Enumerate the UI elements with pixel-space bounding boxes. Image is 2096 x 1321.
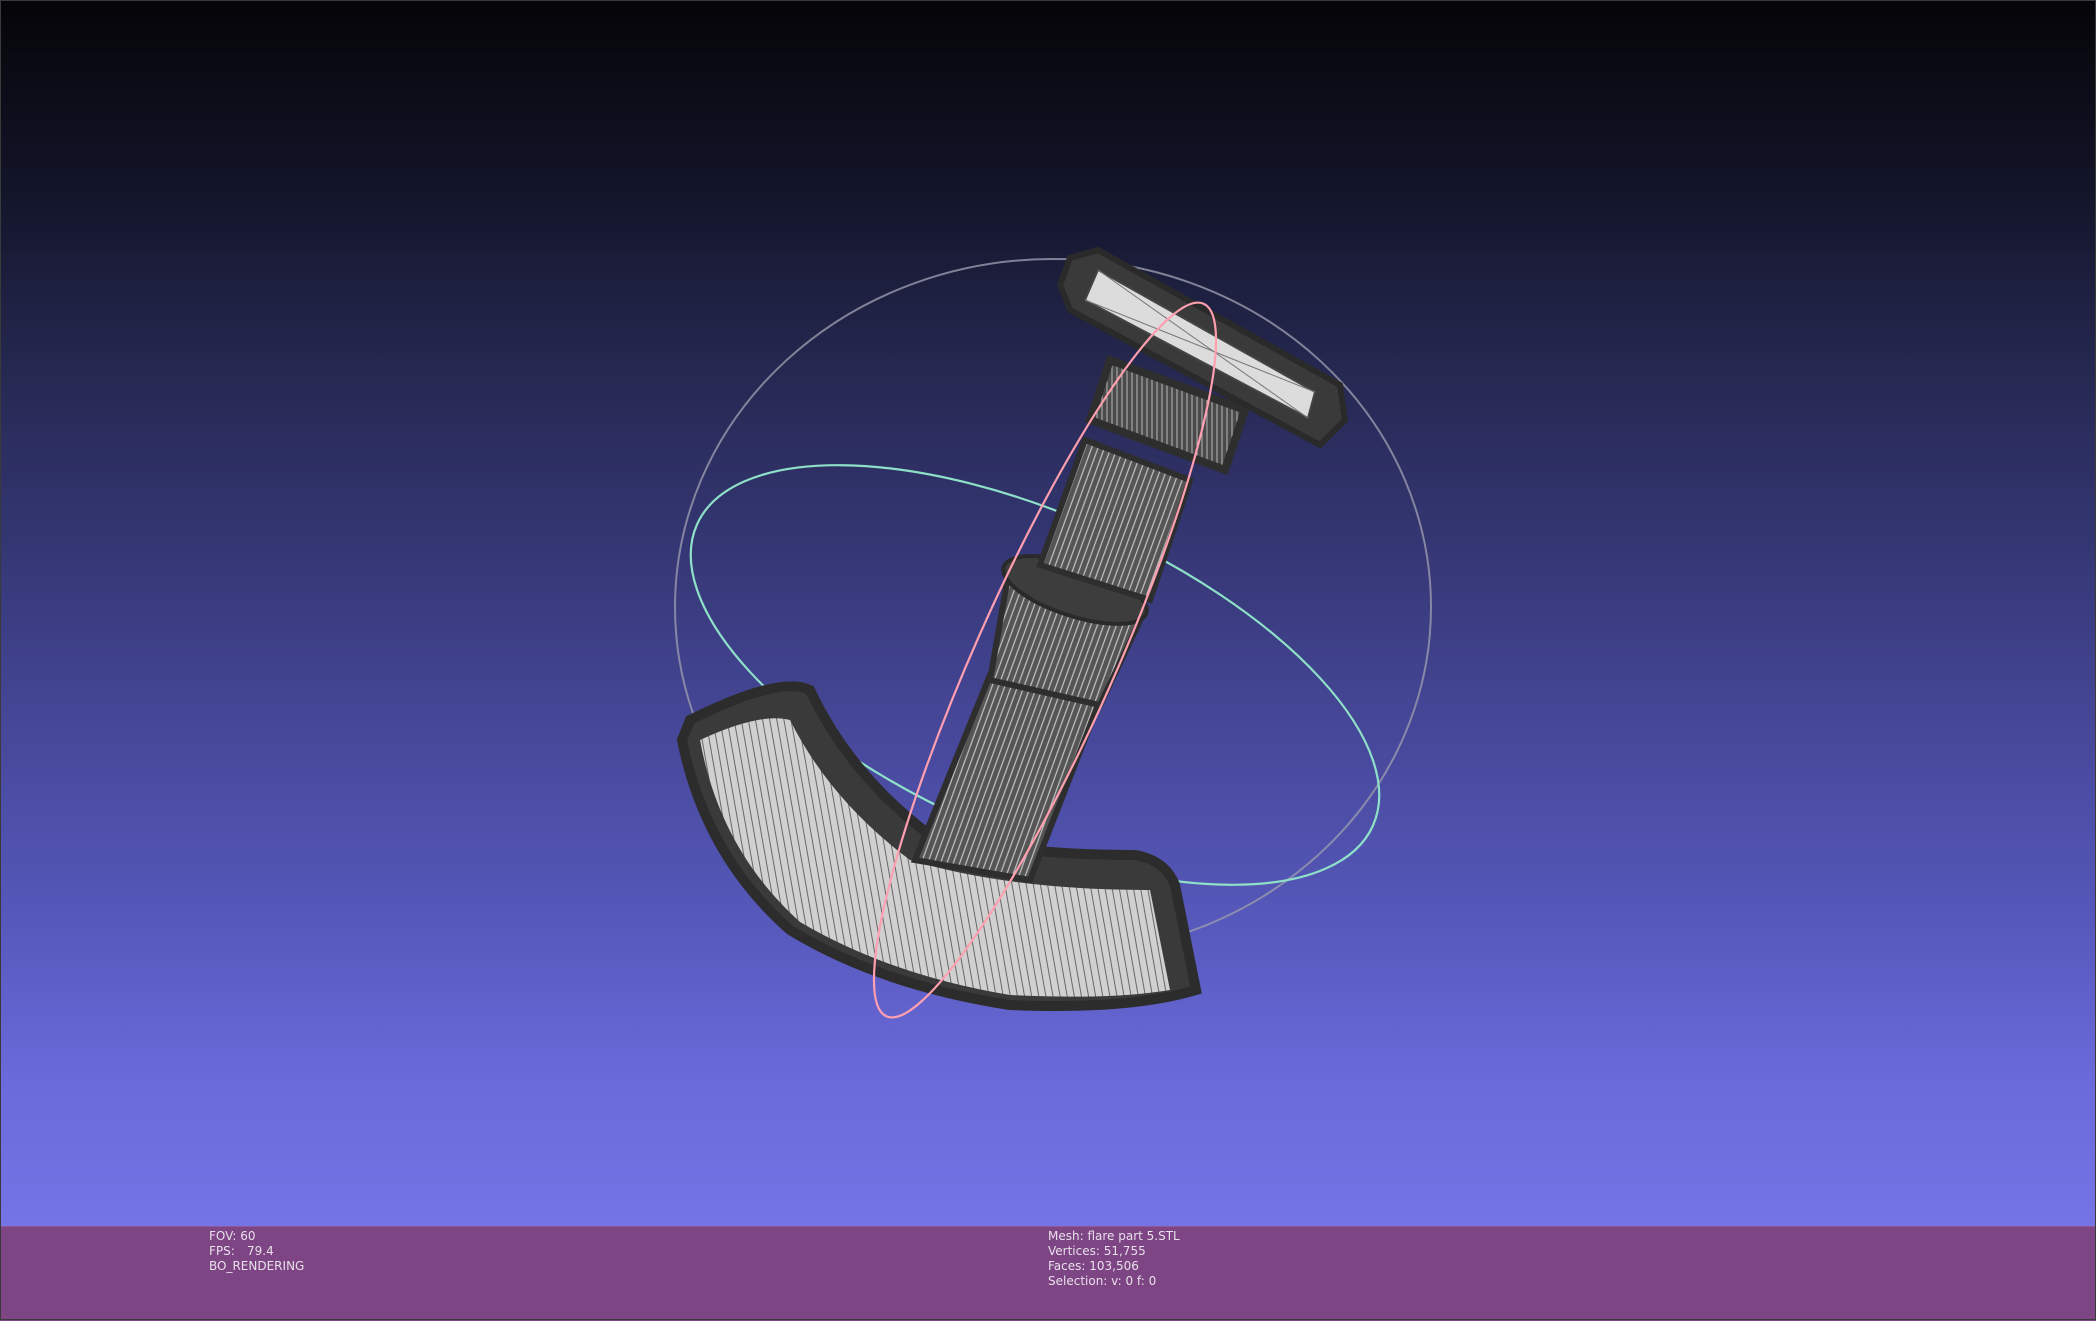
3d-viewport[interactable] [0,0,2096,1226]
mesh-info-panel: Mesh: flare part 5.STL Vertices: 51,755 … [1048,1229,1180,1289]
faces-readout: Faces: 103,506 [1048,1259,1139,1273]
render-info-panel: FOV: 60 FPS: 79.4 BO_RENDERING [209,1229,304,1274]
fps-value: 79.4 [247,1244,274,1258]
fps-readout: FPS: 79.4 [209,1244,304,1259]
mesh-model[interactable] [676,246,1349,1011]
selection-readout: Selection: v: 0 f: 0 [1048,1274,1157,1288]
render-mode-readout: BO_RENDERING [209,1259,305,1273]
fps-label: FPS: [209,1244,235,1258]
mesh-name-readout: Mesh: flare part 5.STL [1048,1229,1180,1243]
scene-canvas[interactable] [0,0,2096,1226]
fov-readout: FOV: 60 [209,1229,256,1243]
vertices-readout: Vertices: 51,755 [1048,1244,1146,1258]
